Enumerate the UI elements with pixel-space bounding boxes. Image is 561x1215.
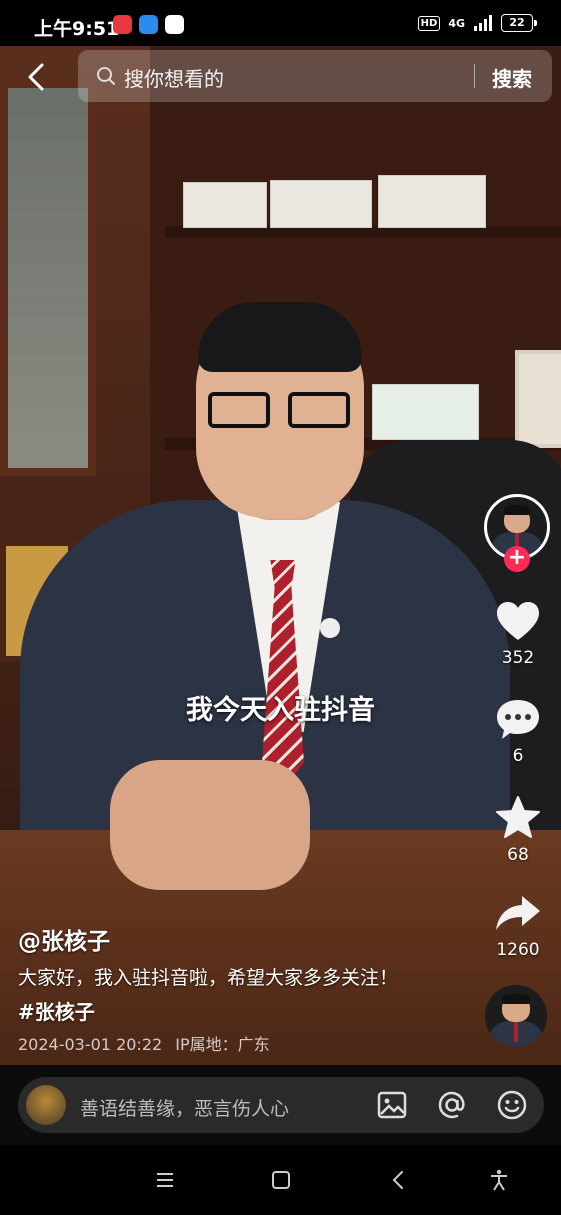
background-window bbox=[0, 80, 96, 476]
comment-icon[interactable] bbox=[494, 696, 542, 744]
like-count: 352 bbox=[501, 648, 535, 668]
emoji-icon[interactable] bbox=[496, 1089, 528, 1121]
back-arrow-icon[interactable] bbox=[22, 62, 52, 92]
system-nav-bar bbox=[0, 1145, 561, 1215]
user-avatar bbox=[26, 1085, 66, 1125]
blue-app-icon bbox=[139, 15, 158, 34]
image-icon[interactable] bbox=[376, 1089, 408, 1121]
shelf-box bbox=[372, 384, 479, 440]
search-divider bbox=[474, 64, 475, 88]
search-icon bbox=[97, 67, 115, 85]
mention-icon[interactable] bbox=[436, 1089, 468, 1121]
video-subtitle: 我今天入驻抖音 bbox=[186, 695, 375, 726]
search-input[interactable]: 搜你想看的 bbox=[124, 63, 224, 92]
back-nav-icon[interactable] bbox=[388, 1169, 410, 1191]
comment-count: 6 bbox=[512, 746, 524, 766]
58-app-icon bbox=[165, 15, 184, 34]
share-icon[interactable] bbox=[494, 890, 542, 938]
search-button[interactable]: 搜索 bbox=[492, 63, 532, 92]
network-label: 4G bbox=[448, 16, 465, 30]
favorite-star-icon[interactable] bbox=[494, 794, 542, 842]
ip-location: IP属地：广东 bbox=[175, 1035, 270, 1054]
share-count: 1260 bbox=[496, 940, 540, 960]
favorite-count: 68 bbox=[507, 845, 529, 865]
lapel-pin bbox=[320, 618, 340, 638]
person-hands bbox=[110, 760, 310, 890]
like-icon[interactable] bbox=[494, 598, 542, 646]
status-time: 上午9:51 bbox=[34, 18, 120, 40]
author-name[interactable]: @张核子 bbox=[18, 922, 110, 956]
shelf-box bbox=[378, 175, 486, 228]
comment-input[interactable]: 善语结善缘，恶言伤人心 bbox=[80, 1094, 289, 1121]
hashtag-link[interactable]: #张核子 bbox=[18, 996, 95, 1025]
video-meta: 2024-03-01 20:22 IP属地：广东 bbox=[18, 1031, 270, 1055]
comment-bar: 善语结善缘，恶言伤人心 bbox=[0, 1065, 561, 1145]
menu-icon[interactable] bbox=[154, 1169, 176, 1191]
post-datetime: 2024-03-01 20:22 bbox=[18, 1035, 163, 1054]
search-bar[interactable]: 搜你想看的 搜索 bbox=[78, 50, 552, 102]
signal-icon bbox=[474, 15, 492, 31]
picture-frame bbox=[515, 350, 561, 448]
comment-input-box[interactable]: 善语结善缘，恶言伤人心 bbox=[18, 1077, 544, 1133]
shelf-box bbox=[183, 182, 267, 228]
person-glasses bbox=[208, 392, 354, 430]
home-icon[interactable] bbox=[270, 1169, 292, 1191]
status-bar: 上午9:51 HD 4G 22 bbox=[0, 0, 561, 46]
battery-icon: 22 bbox=[501, 14, 537, 32]
person-hair bbox=[198, 302, 362, 372]
hd-icon: HD bbox=[417, 15, 441, 31]
follow-button[interactable]: + bbox=[504, 546, 530, 572]
red-app-icon bbox=[113, 15, 132, 34]
accessibility-icon[interactable] bbox=[488, 1169, 510, 1191]
music-disc-avatar[interactable] bbox=[485, 985, 547, 1047]
shelf-box bbox=[270, 180, 372, 228]
video-player[interactable] bbox=[0, 40, 561, 1065]
video-description: 大家好，我入驻抖音啦，希望大家多多关注！ bbox=[18, 967, 399, 989]
